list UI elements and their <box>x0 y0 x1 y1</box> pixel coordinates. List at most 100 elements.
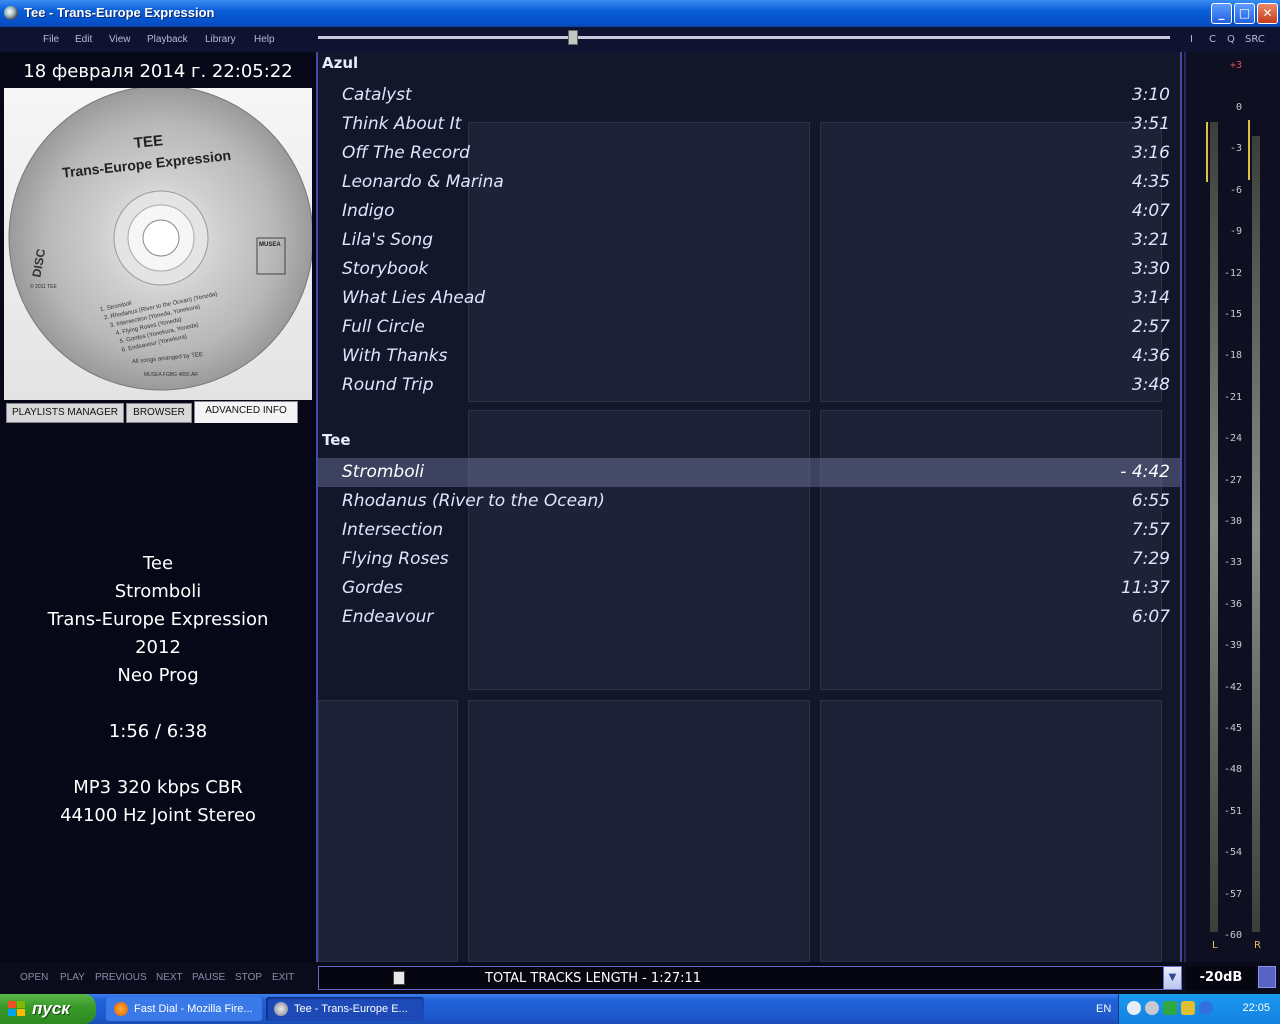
track-row[interactable]: Rhodanus (River to the Ocean) 6:55 <box>318 487 1180 516</box>
menu-console-button[interactable]: C <box>1209 34 1216 45</box>
title-bar[interactable]: Tee - Trans-Europe Expression _ □ ✕ <box>0 0 1280 27</box>
vu-meter: +3 0 -3 -6 -9 -12 -15 -18 -21 -24 -27 -30 -33 -36 -39 -… <box>1184 52 1280 962</box>
seek-handle[interactable] <box>568 30 578 45</box>
track-row[interactable]: Leonardo & Marina 4:35 <box>318 168 1180 197</box>
windows-flag-icon <box>8 1001 25 1016</box>
track-title: Endeavour <box>342 607 434 627</box>
menu-bar: File Edit View Playback Library Help I C… <box>0 27 1280 52</box>
menu-playback[interactable]: Playback <box>147 34 188 45</box>
track-row[interactable]: Indigo 4:07 <box>318 197 1180 226</box>
track-row[interactable]: Full Circle 2:57 <box>318 313 1180 342</box>
background-thumbnail <box>820 700 1162 962</box>
track-title: Round Trip <box>342 375 434 395</box>
group-header-tee[interactable]: Tee <box>322 431 351 449</box>
start-button[interactable]: пуск <box>0 994 96 1024</box>
track-title: With Thanks <box>342 346 448 366</box>
track-duration: 6:55 <box>1131 491 1170 511</box>
info-genre: Neo Prog <box>117 665 199 686</box>
menu-view[interactable]: View <box>109 34 131 45</box>
track-duration: 6:07 <box>1131 607 1170 627</box>
language-indicator[interactable]: EN <box>1096 1003 1111 1015</box>
group-header-azul[interactable]: Azul <box>322 54 358 72</box>
track-row[interactable]: Storybook 3:30 <box>318 255 1180 284</box>
previous-button[interactable]: PREVIOUS <box>95 972 147 983</box>
track-row[interactable]: Intersection 7:57 <box>318 516 1180 545</box>
track-row[interactable]: Think About It 3:51 <box>318 110 1180 139</box>
tab-playlists-manager[interactable]: PLAYLISTS MANAGER <box>6 403 124 423</box>
tray-shield-icon[interactable] <box>1181 1001 1195 1015</box>
tray-arrow-icon[interactable] <box>1127 1001 1141 1015</box>
menu-info-button[interactable]: I <box>1190 34 1193 45</box>
control-bar: OPEN PLAY PREVIOUS NEXT PAUSE STOP EXIT <box>0 962 316 994</box>
menu-src-button[interactable]: SRC <box>1245 34 1265 45</box>
menu-file[interactable]: File <box>43 34 59 45</box>
track-title: Off The Record <box>342 143 470 163</box>
volume-slider[interactable] <box>1258 966 1276 988</box>
playlist-view[interactable]: Azul Catalyst 3:10 Think About It 3:51 Off… <box>316 52 1182 962</box>
status-bar[interactable]: TOTAL TRACKS LENGTH - 1:27:11 ▼ <box>318 966 1182 990</box>
info-artist: Tee <box>142 553 174 574</box>
track-title: Leonardo & Marina <box>342 172 504 192</box>
chevron-down-icon[interactable]: ▼ <box>1163 967 1181 989</box>
track-row[interactable]: Gordes 11:37 <box>318 574 1180 603</box>
vu-scale-label: -51 <box>1223 805 1242 817</box>
vu-scale-label: -42 <box>1223 681 1242 693</box>
tray-network-icon[interactable] <box>1163 1001 1177 1015</box>
vu-scale-label: -57 <box>1223 888 1242 900</box>
menu-help[interactable]: Help <box>254 34 275 45</box>
taskbar-item-foobar[interactable]: Tee - Trans-Europe E... <box>266 997 424 1021</box>
vu-scale-label: -33 <box>1223 557 1242 569</box>
taskbar-clock: 22:05 <box>1242 1002 1270 1014</box>
tray-info-icon[interactable] <box>1199 1001 1213 1015</box>
track-row[interactable]: Endeavour 6:07 <box>318 603 1180 632</box>
track-title: Flying Roses <box>342 549 449 569</box>
vu-right-label: R <box>1254 940 1261 951</box>
maximize-button[interactable]: □ <box>1234 3 1255 24</box>
track-row[interactable]: With Thanks 4:36 <box>318 342 1180 371</box>
track-title: Stromboli <box>342 462 425 482</box>
menu-edit[interactable]: Edit <box>75 34 92 45</box>
track-title: Lila's Song <box>342 230 434 250</box>
next-button[interactable]: NEXT <box>156 972 183 983</box>
vu-scale-label: 0 <box>1235 102 1242 113</box>
track-row[interactable]: Round Trip 3:48 <box>318 371 1180 400</box>
stop-button[interactable]: STOP <box>235 972 262 983</box>
total-length-text: TOTAL TRACKS LENGTH - 1:27:11 <box>485 971 702 986</box>
open-button[interactable]: OPEN <box>20 972 48 983</box>
track-title: Think About It <box>342 114 462 134</box>
track-title: Storybook <box>342 259 429 279</box>
track-duration: 3:21 <box>1131 230 1170 250</box>
firefox-icon <box>114 1002 128 1016</box>
track-row-now-playing[interactable]: Stromboli - 4:42 <box>318 458 1180 487</box>
tab-advanced-info[interactable]: ADVANCED INFO <box>194 401 298 423</box>
track-row[interactable]: What Lies Ahead 3:14 <box>318 284 1180 313</box>
vu-peak-left <box>1206 122 1208 182</box>
menu-queue-button[interactable]: Q <box>1227 34 1235 45</box>
tab-browser[interactable]: BROWSER <box>126 403 192 423</box>
taskbar-item-firefox[interactable]: Fast Dial - Mozilla Fire... <box>106 997 262 1021</box>
track-title: Intersection <box>342 520 444 540</box>
track-row[interactable]: Flying Roses 7:29 <box>318 545 1180 574</box>
pause-button[interactable]: PAUSE <box>192 972 225 983</box>
tray-foobar-icon[interactable] <box>1145 1001 1159 1015</box>
track-duration: 3:30 <box>1131 259 1170 279</box>
vu-scale-label: +3 <box>1229 60 1242 71</box>
menu-library[interactable]: Library <box>205 34 236 45</box>
info-time: 1:56 / 6:38 <box>108 721 208 742</box>
track-row[interactable]: Off The Record 3:16 <box>318 139 1180 168</box>
foobar-app-icon <box>4 6 18 20</box>
exit-button[interactable]: EXIT <box>272 972 294 983</box>
vu-scale-label: -9 <box>1229 226 1242 238</box>
system-tray: 22:05 <box>1118 994 1280 1024</box>
seek-bar[interactable] <box>318 36 1170 39</box>
track-row[interactable]: Lila's Song 3:21 <box>318 226 1180 255</box>
window-title: Tee - Trans-Europe Expression <box>24 5 215 20</box>
track-duration: 3:10 <box>1131 85 1170 105</box>
close-button[interactable]: ✕ <box>1257 3 1278 24</box>
datetime-display: 18 февраля 2014 г. 22:05:22 <box>23 61 293 82</box>
minimize-button[interactable]: _ <box>1211 3 1232 24</box>
track-row[interactable]: Catalyst 3:10 <box>318 81 1180 110</box>
play-button[interactable]: PLAY <box>60 972 85 983</box>
track-title: Gordes <box>342 578 403 598</box>
volume-display[interactable]: -20dB <box>1186 966 1256 990</box>
